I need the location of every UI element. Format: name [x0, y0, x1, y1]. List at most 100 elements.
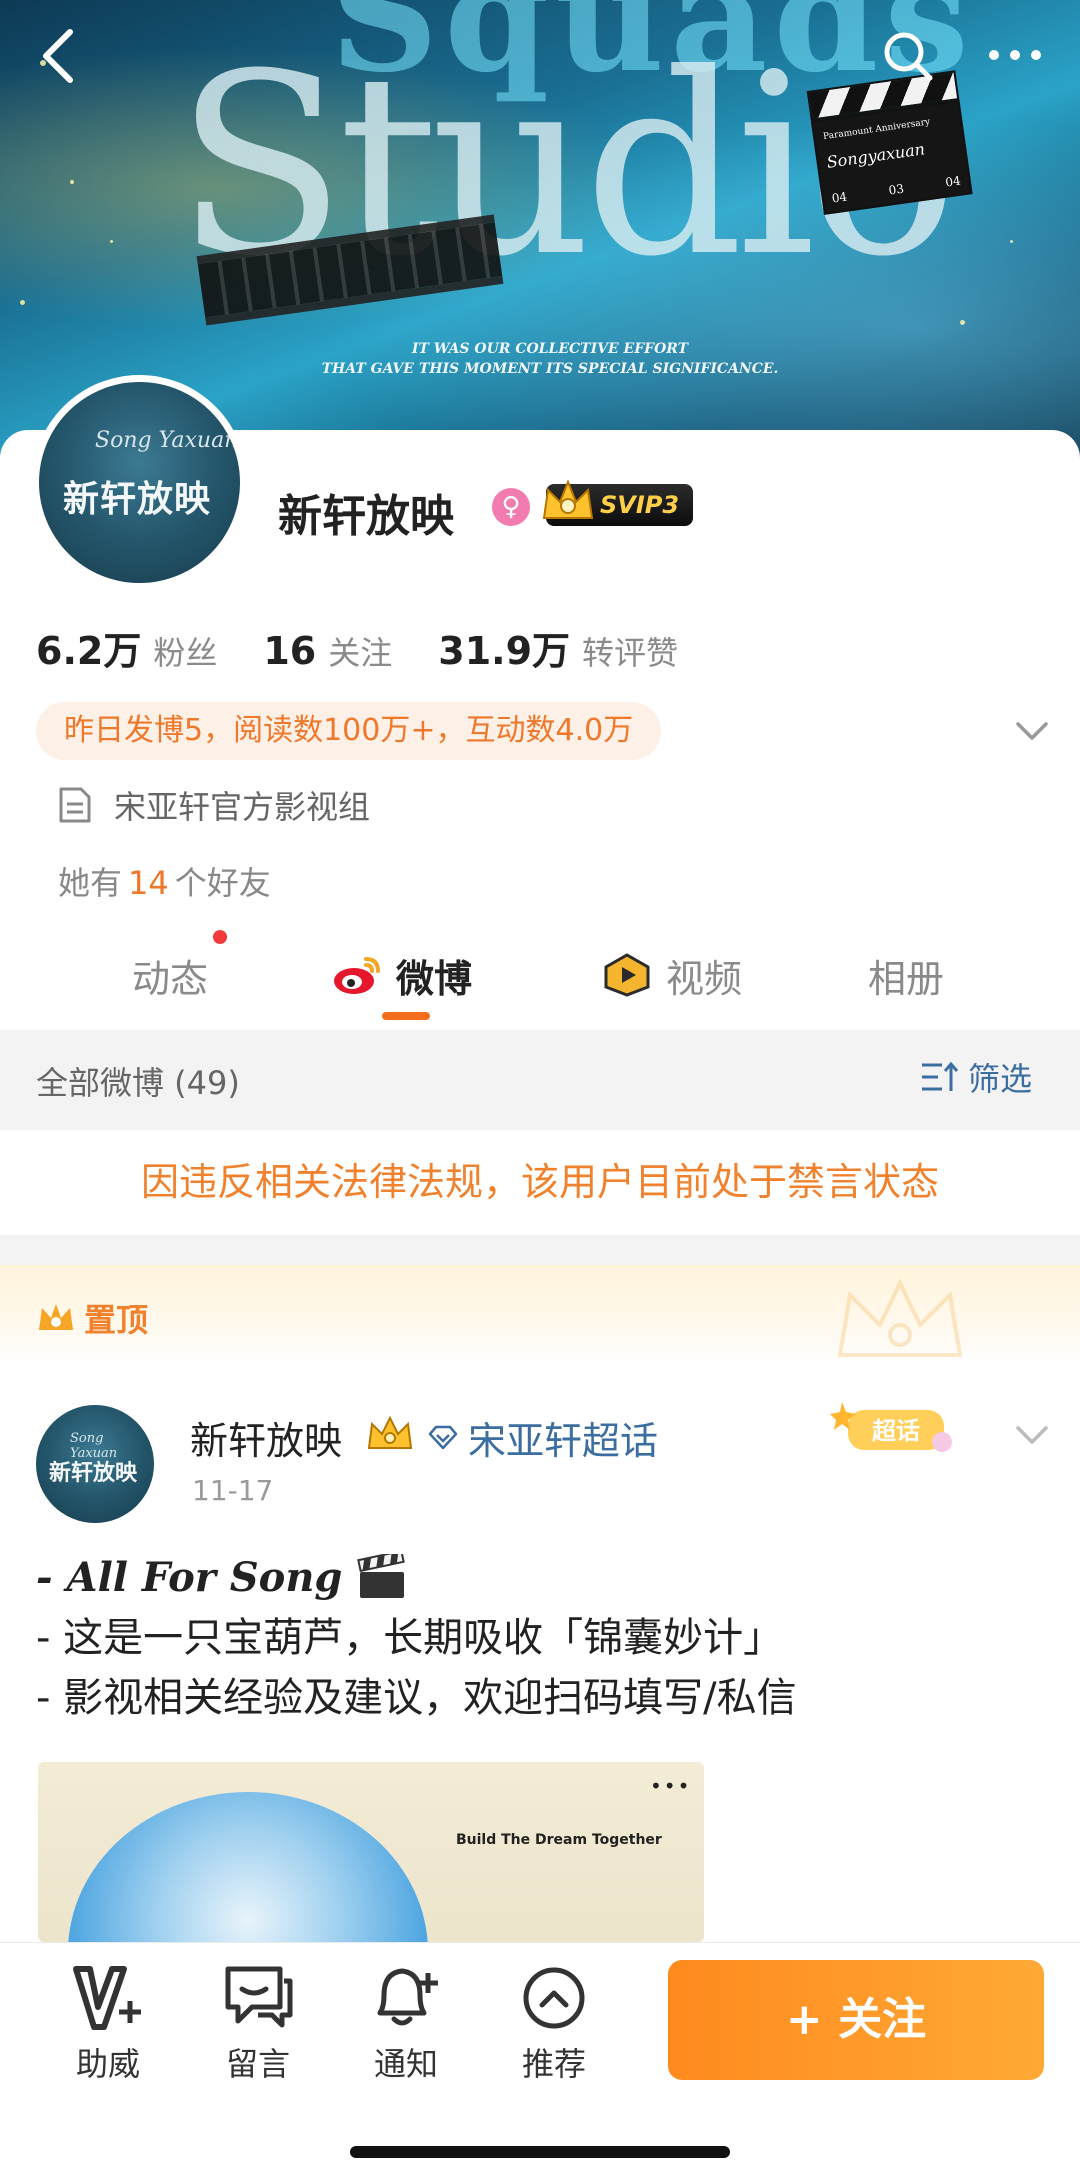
cheer-button[interactable]: 助威 — [48, 1963, 168, 2093]
post-author-name[interactable]: 新轩放映 — [190, 1410, 342, 1465]
avatar-title-text: 新轩放映 — [49, 1461, 138, 1486]
friends-count: 14 — [128, 864, 169, 902]
pinned-header: 置顶 — [0, 1265, 1080, 1365]
chevron-down-icon — [1016, 722, 1048, 740]
profile-info-row: 宋亚轩官方影视组 — [58, 782, 370, 828]
female-gender-icon: ♀ — [492, 488, 530, 526]
search-icon — [884, 32, 933, 81]
v-plus-icon — [73, 1966, 141, 2030]
stat-label: 关注 — [328, 634, 393, 672]
chevron-up-circle-icon — [523, 1967, 585, 2029]
banner-caption-line1: IT WAS OUR COLLECTIVE EFFORT — [411, 341, 689, 357]
post-date: 11-17 — [192, 1474, 274, 1507]
tab-weibo[interactable]: 微博 — [332, 945, 472, 1005]
video-play-icon — [604, 953, 650, 997]
avatar-title-text: 新轩放映 — [63, 479, 212, 520]
post-line-text: - All For Song — [36, 1554, 343, 1601]
pinned-label: 置顶 — [36, 1295, 148, 1341]
clapper-header: Paramount Anniversary — [822, 117, 931, 143]
clapperboard-graphic: Paramount Anniversary Songyaxuan 04 03 0… — [806, 70, 974, 220]
badge-text: 超话 — [872, 1417, 920, 1445]
post-line: - 影视相关经验及建议，欢迎扫码填写/私信 — [36, 1668, 1046, 1728]
pinned-text: 置顶 — [84, 1301, 149, 1339]
image-graphic — [68, 1792, 428, 1942]
follow-button[interactable]: + 关注 — [668, 1960, 1044, 2080]
post-line: - 这是一只宝葫芦，长期吸收「锦囊妙计」 — [36, 1608, 1046, 1668]
activity-summary: 昨日发博5，阅读数100万+，互动数4.0万 — [36, 702, 662, 760]
home-indicator — [350, 2146, 730, 2158]
clapperboard-icon — [357, 1554, 406, 1598]
username: 新轩放映 — [278, 491, 454, 542]
friends-prefix: 她有 — [58, 864, 123, 902]
stat-number: 31.9万 — [438, 629, 571, 673]
search-button[interactable] — [880, 28, 936, 84]
document-icon — [59, 787, 91, 823]
stat-number: 16 — [263, 629, 317, 673]
stat-label: 粉丝 — [153, 634, 218, 672]
ban-notice: 因违反相关法律法规，该用户目前处于禁言状态 — [0, 1130, 1080, 1235]
profile-stats: 6.2万 粉丝 16 关注 31.9万 转评赞 — [36, 620, 724, 673]
chevron-down-icon — [1016, 1426, 1048, 1444]
tab-label: 相册 — [868, 956, 945, 1001]
pin-crown-icon — [39, 1304, 73, 1330]
profile-avatar[interactable]: Song Yaxuan 新轩放映 — [32, 375, 247, 590]
stat-following[interactable]: 16 关注 — [263, 628, 392, 674]
bottom-bar-label: 通知 — [373, 2045, 438, 2083]
supertopic-badge[interactable]: 超话 — [830, 1398, 960, 1460]
friends-suffix: 个好友 — [174, 864, 271, 902]
back-button[interactable] — [28, 20, 88, 90]
filter-bar: 全部微博 (49) 筛选 — [0, 1030, 1080, 1130]
section-divider — [0, 1235, 1080, 1265]
message-button[interactable]: 留言 — [198, 1963, 318, 2093]
post-count-label: 全部微博 (49) — [36, 1064, 240, 1102]
more-button[interactable] — [980, 30, 1050, 80]
clapper-num: 04 — [830, 189, 849, 206]
bottom-bar-label: 留言 — [225, 2045, 290, 2083]
crown-decoration-icon — [837, 1278, 963, 1357]
post-body: - All For Song - 这是一只宝葫芦，长期吸收「锦囊妙计」 - 影视… — [36, 1548, 1046, 1728]
post-line: - All For Song — [36, 1548, 1046, 1608]
post-supertopic-link[interactable]: 宋亚轩超话 — [428, 1410, 658, 1465]
stat-followers[interactable]: 6.2万 粉丝 — [36, 620, 217, 675]
filter-label: 筛选 — [968, 1060, 1033, 1098]
back-arrow-icon — [43, 29, 73, 83]
tab-video[interactable]: 视频 — [602, 945, 742, 1005]
clapper-num: 04 — [944, 173, 962, 190]
tab-album[interactable]: 相册 — [868, 945, 944, 1005]
filter-icon — [922, 1061, 959, 1091]
recommend-button[interactable]: 推荐 — [494, 1963, 614, 2093]
notify-button[interactable]: 通知 — [346, 1963, 466, 2093]
chat-bubble-icon — [225, 1966, 293, 2028]
expand-profile-button[interactable] — [1012, 712, 1052, 752]
bottom-action-bar: 助威 留言 通知 推荐 + 关注 — [0, 1942, 1080, 2171]
post-image[interactable]: ••• Build The Dream Together — [38, 1762, 704, 1942]
avatar-script-text: Song Yaxuan — [95, 428, 239, 453]
tab-label: 动态 — [132, 956, 209, 1001]
profile-description: 宋亚轩官方影视组 — [114, 788, 371, 826]
friends-row[interactable]: 她有 14 个好友 — [58, 858, 271, 904]
clapper-signature: Songyaxuan — [825, 139, 927, 172]
tab-activity[interactable]: 动态 — [132, 945, 208, 1005]
stat-number: 6.2万 — [36, 629, 142, 673]
banner-caption-line2: THAT GAVE THIS MOMENT ITS SPECIAL SIGNIF… — [321, 361, 779, 377]
post-author-avatar[interactable]: Song Yaxuan 新轩放映 — [36, 1405, 154, 1523]
profile-tabs: 动态 微博 视频 相册 — [0, 935, 1080, 1030]
tab-label: 微博 — [396, 956, 473, 1001]
stat-label: 转评赞 — [582, 634, 679, 672]
image-dots: ••• — [650, 1774, 692, 1798]
crown-icon — [367, 1415, 413, 1449]
post-line-text: - 这是一只宝葫芦，长期吸收「锦囊妙计」 — [36, 1615, 784, 1661]
tab-label: 视频 — [666, 956, 743, 1001]
filter-button[interactable]: 筛选 — [920, 1054, 1032, 1100]
crown-icon — [542, 479, 594, 519]
diamond-icon — [428, 1425, 458, 1449]
weibo-logo-icon — [334, 957, 380, 994]
post-options-button[interactable] — [1012, 1416, 1052, 1456]
bottom-bar-label: 推荐 — [521, 2045, 586, 2083]
stat-likes[interactable]: 31.9万 转评赞 — [438, 620, 678, 675]
image-tagline: Build The Dream Together — [456, 1832, 662, 1848]
more-icon — [989, 50, 1041, 60]
clapper-num: 03 — [887, 181, 905, 198]
bottom-bar-label: 助威 — [75, 2045, 140, 2083]
unread-dot — [213, 930, 227, 944]
